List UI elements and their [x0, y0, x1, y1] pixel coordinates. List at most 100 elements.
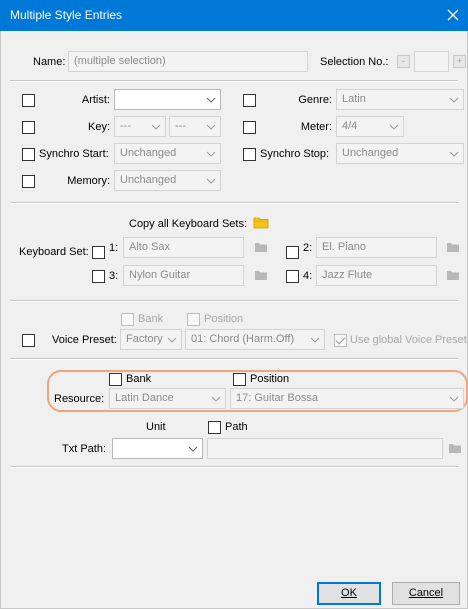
resource-position-combo[interactable]: 17: Guitar Bossa — [230, 388, 464, 409]
chevron-down-icon — [206, 95, 216, 103]
chevron-down-icon — [188, 444, 198, 452]
key-checkbox[interactable] — [22, 121, 35, 134]
artist-checkbox[interactable] — [22, 94, 35, 107]
keyboard-set-label: Keyboard Set: — [19, 246, 89, 258]
selection-minus-button[interactable]: - — [397, 55, 410, 68]
synchro-start-checkbox[interactable] — [22, 148, 35, 161]
keyboard-set-3-field[interactable]: Nylon Guitar — [123, 265, 244, 286]
resource-bank-combo[interactable]: Latin Dance — [109, 388, 226, 409]
chevron-down-icon — [206, 149, 216, 157]
meter-label: Meter: — [300, 121, 332, 133]
chevron-down-icon — [449, 95, 459, 103]
genre-value: Latin — [342, 93, 366, 105]
close-icon[interactable] — [442, 4, 464, 26]
voice-bank-combo[interactable]: Factory — [120, 329, 182, 350]
txt-unit-combo[interactable] — [112, 438, 203, 459]
keyboard-set-2-checkbox[interactable] — [286, 246, 299, 259]
keyboard-set-4-num: 4: — [303, 270, 313, 282]
name-label: Name: — [33, 56, 66, 68]
chevron-down-icon — [151, 122, 161, 130]
voice-position-label: Position — [204, 313, 244, 325]
chevron-down-icon — [206, 122, 216, 130]
meter-combo[interactable]: 4/4 — [336, 116, 404, 137]
txt-path-check-label: Path — [225, 421, 248, 433]
key-combo-1[interactable]: --- — [114, 116, 166, 137]
key-value-2: --- — [175, 120, 186, 132]
keyboard-set-4-field[interactable]: Jazz Flute — [316, 265, 437, 286]
memory-checkbox[interactable] — [22, 175, 35, 188]
title-bar: Multiple Style Entries — [0, 0, 468, 31]
voice-position-value: 01: Chord (Harm.Off) — [191, 333, 295, 345]
genre-label: Genre: — [298, 94, 332, 106]
voice-preset-label: Voice Preset: — [52, 334, 117, 346]
artist-combo[interactable] — [114, 89, 221, 110]
keyboard-set-4-checkbox[interactable] — [286, 270, 299, 283]
synchro-stop-value: Unchanged — [342, 147, 399, 159]
use-global-voice-preset-checkbox[interactable] — [334, 334, 347, 347]
txt-unit-label: Unit — [146, 421, 166, 433]
synchro-stop-checkbox[interactable] — [243, 148, 256, 161]
genre-checkbox[interactable] — [243, 94, 256, 107]
key-value-1: --- — [120, 120, 131, 132]
chevron-down-icon — [449, 149, 459, 157]
folder-icon[interactable] — [448, 443, 462, 457]
keyboard-set-1-field[interactable]: Alto Sax — [123, 237, 244, 258]
cancel-button-label: Cancel — [408, 587, 444, 599]
keyboard-set-2-num: 2: — [303, 242, 313, 254]
selection-no-field[interactable] — [414, 51, 449, 72]
memory-value: Unchanged — [120, 174, 177, 186]
meter-value: 4/4 — [342, 120, 358, 132]
cancel-button[interactable]: Cancel — [392, 582, 460, 605]
ok-button-label: OK — [341, 587, 357, 599]
use-global-voice-preset-label: Use global Voice Preset — [350, 334, 467, 346]
chevron-down-icon — [211, 394, 221, 402]
ok-button[interactable]: OK — [317, 582, 381, 605]
memory-combo[interactable]: Unchanged — [114, 170, 221, 191]
chevron-down-icon — [206, 176, 216, 184]
folder-icon[interactable] — [254, 270, 268, 284]
resource-bank-value: Latin Dance — [115, 392, 174, 404]
chevron-down-icon — [167, 335, 177, 343]
key-label: Key: — [87, 121, 110, 133]
separator — [10, 358, 458, 360]
keyboard-set-2-field[interactable]: El. Piano — [316, 237, 437, 258]
folder-icon[interactable] — [254, 242, 268, 256]
voice-preset-checkbox[interactable] — [22, 334, 35, 347]
artist-label: Artist: — [81, 94, 110, 106]
synchro-stop-combo[interactable]: Unchanged — [336, 143, 464, 164]
selection-plus-button[interactable]: + — [453, 55, 466, 68]
separator — [10, 202, 458, 204]
genre-combo[interactable]: Latin — [336, 89, 464, 110]
keyboard-set-1-num: 1: — [109, 242, 119, 254]
folder-icon[interactable] — [446, 270, 460, 284]
keyboard-set-3-num: 3: — [109, 270, 119, 282]
resource-position-checkbox[interactable] — [233, 373, 246, 386]
txt-path-checkbox[interactable] — [208, 421, 221, 434]
txt-path-label: Txt Path: — [62, 443, 107, 455]
keyboard-set-1-checkbox[interactable] — [92, 246, 105, 259]
name-field[interactable]: (multiple selection) — [68, 51, 308, 72]
voice-bank-value: Factory — [126, 333, 163, 345]
memory-label: Memory: — [67, 175, 110, 187]
resource-label: Resource: — [54, 393, 105, 405]
keyboard-set-3-checkbox[interactable] — [92, 270, 105, 283]
meter-checkbox[interactable] — [243, 121, 256, 134]
window-title: Multiple Style Entries — [10, 8, 123, 22]
voice-position-checkbox[interactable] — [187, 313, 200, 326]
voice-position-combo[interactable]: 01: Chord (Harm.Off) — [185, 329, 325, 350]
chevron-down-icon — [310, 335, 320, 343]
voice-bank-label: Bank — [138, 313, 164, 325]
separator — [10, 80, 458, 82]
voice-bank-checkbox[interactable] — [121, 313, 134, 326]
synchro-stop-label: Synchro Stop: — [260, 148, 330, 160]
txt-path-field[interactable] — [207, 438, 443, 459]
folder-icon[interactable] — [253, 216, 269, 232]
folder-icon[interactable] — [446, 242, 460, 256]
key-combo-2[interactable]: --- — [169, 116, 221, 137]
resource-bank-checkbox[interactable] — [109, 373, 122, 386]
synchro-start-value: Unchanged — [120, 147, 177, 159]
resource-position-value: 17: Guitar Bossa — [236, 392, 318, 404]
resource-bank-label: Bank — [126, 373, 152, 385]
synchro-start-combo[interactable]: Unchanged — [114, 143, 221, 164]
separator — [10, 300, 458, 302]
